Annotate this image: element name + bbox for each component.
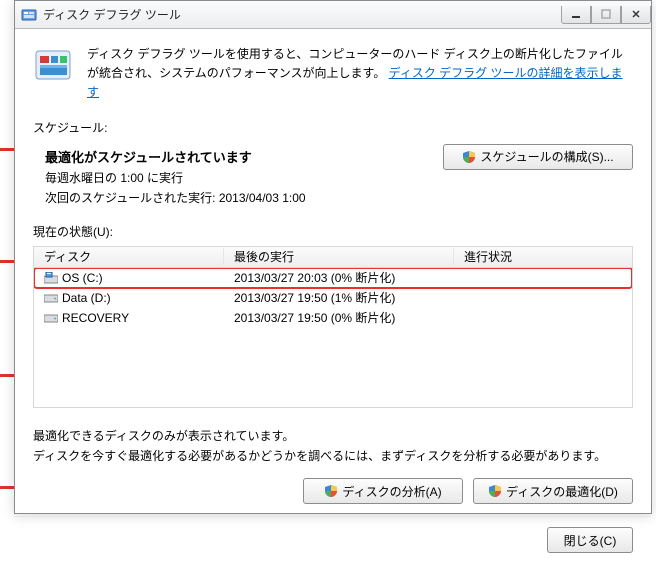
os-disk-icon [44, 272, 58, 284]
app-icon [21, 7, 37, 23]
configure-schedule-label: スケジュールの構成(S)... [480, 148, 613, 165]
close-label: 閉じる(C) [564, 532, 617, 549]
disk-last-run: 2013/03/27 20:03 (0% 断片化) [234, 269, 395, 286]
configure-schedule-button[interactable]: スケジュールの構成(S)... [443, 144, 633, 170]
analyze-label: ディスクの分析(A) [342, 483, 441, 500]
minimize-button[interactable] [561, 6, 591, 24]
optimize-label: ディスクの最適化(D) [506, 483, 618, 500]
close-dialog-button[interactable]: 閉じる(C) [547, 527, 633, 553]
disk-name: RECOVERY [62, 311, 129, 325]
analyze-button[interactable]: ディスクの分析(A) [303, 478, 463, 504]
titlebar: ディスク デフラグ ツール [15, 1, 651, 29]
intro-text: ディスク デフラグ ツールを使用すると、コンピューターのハード ディスク上の断片… [87, 45, 633, 103]
client-area: ディスク デフラグ ツールを使用すると、コンピューターのハード ディスク上の断片… [15, 29, 651, 567]
action-buttons: ディスクの分析(A) ディスクの最適化(D) [33, 478, 633, 504]
maximize-button [591, 6, 621, 24]
shield-icon [488, 484, 502, 498]
schedule-label: スケジュール: [33, 119, 633, 136]
hint-line2: ディスクを今すぐ最適化する必要があるかどうかを調べるには、まずディスクを分析する… [33, 446, 633, 466]
intro-block: ディスク デフラグ ツールを使用すると、コンピューターのハード ディスク上の断片… [33, 45, 633, 103]
hint-block: 最適化できるディスクのみが表示されています。 ディスクを今すぐ最適化する必要があ… [33, 426, 633, 467]
hdd-icon [44, 312, 58, 324]
hdd-icon [44, 292, 58, 304]
schedule-info: 最適化がスケジュールされています 毎週水曜日の 1:00 に実行 次回のスケジュ… [33, 144, 443, 209]
col-last-run[interactable]: 最後の実行 [224, 248, 454, 265]
shield-icon [462, 150, 476, 164]
status-label: 現在の状態(U): [33, 223, 633, 240]
hint-line1: 最適化できるディスクのみが表示されています。 [33, 426, 633, 446]
defrag-icon [33, 45, 75, 87]
close-button[interactable] [621, 6, 651, 24]
disk-last-run: 2013/03/27 19:50 (1% 断片化) [234, 289, 395, 306]
optimize-button[interactable]: ディスクの最適化(D) [473, 478, 633, 504]
schedule-block: 最適化がスケジュールされています 毎週水曜日の 1:00 に実行 次回のスケジュ… [33, 144, 633, 209]
table-row[interactable]: RECOVERY 2013/03/27 19:50 (0% 断片化) [34, 308, 632, 328]
table-row[interactable]: OS (C:) 2013/03/27 20:03 (0% 断片化) [34, 268, 632, 288]
window-title: ディスク デフラグ ツール [43, 6, 181, 23]
defrag-window: ディスク デフラグ ツール [14, 0, 652, 514]
disk-table: ディスク 最後の実行 進行状況 OS (C:) [33, 246, 633, 408]
table-body: OS (C:) 2013/03/27 20:03 (0% 断片化) Data (… [33, 268, 633, 408]
disk-last-run: 2013/03/27 19:50 (0% 断片化) [234, 309, 395, 326]
schedule-status: 最適化がスケジュールされています [45, 147, 443, 166]
table-header: ディスク 最後の実行 進行状況 [33, 246, 633, 268]
schedule-frequency: 毎週水曜日の 1:00 に実行 [45, 169, 443, 186]
shield-icon [324, 484, 338, 498]
disk-name: OS (C:) [62, 271, 103, 285]
separator [15, 516, 651, 517]
col-progress[interactable]: 進行状況 [454, 248, 632, 265]
window-buttons [561, 6, 651, 24]
disk-name: Data (D:) [62, 291, 111, 305]
schedule-next-run: 次回のスケジュールされた実行: 2013/04/03 1:00 [45, 189, 443, 206]
table-row[interactable]: Data (D:) 2013/03/27 19:50 (1% 断片化) [34, 288, 632, 308]
close-row: 閉じる(C) [33, 527, 633, 553]
col-disk[interactable]: ディスク [34, 248, 224, 265]
